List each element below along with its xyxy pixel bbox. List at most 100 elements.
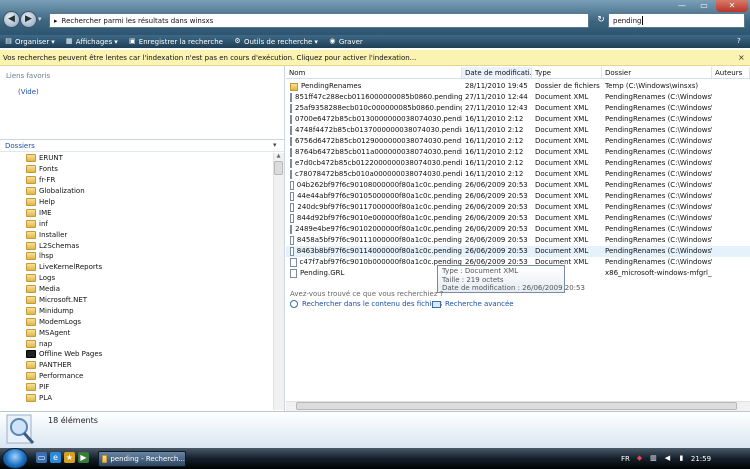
folder-tree-item[interactable]: L2Schemas: [26, 240, 272, 251]
folder-tree-item[interactable]: PLA: [26, 393, 272, 404]
cell-date: 26/06/2009 20:53: [465, 225, 528, 233]
table-row[interactable]: 6756d6472b85cb0129000000038074030.pendin…: [286, 136, 750, 147]
folder-tree-item[interactable]: LiveKernelReports: [26, 262, 272, 273]
table-row[interactable]: PendingRenames 28/11/2010 19:45 Dossier de…: [286, 81, 750, 92]
search-input[interactable]: pending: [608, 13, 745, 28]
column-header-authors[interactable]: Auteurs: [712, 67, 750, 78]
internet-explorer-icon[interactable]: e: [50, 452, 61, 463]
infobar-close-icon[interactable]: ×: [738, 50, 745, 66]
chevron-down-icon[interactable]: ▾: [273, 141, 277, 149]
folder-tree: ERUNT Fonts fr-FR Globalization Help IME inf In…: [26, 153, 272, 410]
table-row[interactable]: 8764b6472b85cb011a000000038074030.pendin…: [286, 147, 750, 158]
folder-icon: [26, 198, 36, 206]
folder-tree-item[interactable]: Help: [26, 197, 272, 208]
table-row[interactable]: 8458a5bf97f6c90111000000f80a1c0c.pending…: [286, 235, 750, 246]
folder-tree-item[interactable]: IME: [26, 207, 272, 218]
cell-name: 04b262bf97f6c90108000000f80a1c0c.pending: [286, 180, 462, 191]
volume-icon[interactable]: ◀: [663, 454, 672, 463]
power-icon[interactable]: ▮: [677, 454, 686, 463]
folder-tree-item[interactable]: Fonts: [26, 164, 272, 175]
folder-tree-item[interactable]: Performance: [26, 371, 272, 382]
search-tools-button[interactable]: ⚙ Outils de recherche ▾: [233, 35, 318, 48]
table-row[interactable]: 8463b8bf97f6c90114000000f80a1c0c.pending…: [286, 246, 750, 257]
folder-tree-item[interactable]: Media: [26, 284, 272, 295]
folder-tree-item[interactable]: lhsp: [26, 251, 272, 262]
folder-label: Microsoft.NET: [39, 296, 88, 305]
folder-scroll-thumb[interactable]: [274, 161, 283, 175]
network-icon[interactable]: ▥: [649, 454, 658, 463]
folder-tree-item[interactable]: Microsoft.NET: [26, 295, 272, 306]
folder-tree-item[interactable]: Minidump: [26, 305, 272, 316]
cell-name: 4748f4472b85cb0137000000038074030.pendin…: [286, 125, 462, 136]
favorites-title: Liens favoris: [6, 72, 51, 80]
cell-folder: PendingRenames (C:\Windows\w...: [605, 181, 712, 189]
folder-tree-item[interactable]: Globalization: [26, 186, 272, 197]
folders-header[interactable]: Dossiers: [0, 139, 284, 152]
column-header-folder[interactable]: Dossier: [602, 67, 712, 78]
indexing-infobar[interactable]: Vos recherches peuvent être lentes car l…: [0, 50, 750, 66]
cell-date: 16/11/2010 2:12: [465, 170, 524, 178]
taskbar-window-button[interactable]: pending - Recherch...: [98, 451, 186, 467]
show-desktop-icon[interactable]: ▭: [36, 452, 47, 463]
clock[interactable]: 21:59: [691, 455, 711, 463]
language-indicator[interactable]: FR: [621, 455, 630, 463]
folder-label: lhsp: [39, 252, 54, 261]
folder-tree-item[interactable]: PIF: [26, 382, 272, 393]
cell-type: Document XML: [535, 225, 589, 233]
close-window-button[interactable]: ✕: [716, 0, 748, 12]
views-button[interactable]: ▦ Affichages ▾: [65, 35, 118, 48]
minimize-button[interactable]: —: [672, 0, 692, 12]
maximize-button[interactable]: ▭: [694, 0, 714, 12]
start-orb-icon[interactable]: [2, 448, 28, 469]
column-header-name[interactable]: Nom: [286, 67, 462, 78]
table-row[interactable]: 44e44abf97f6c90105000000f80a1c0c.pending…: [286, 191, 750, 202]
xml-file-icon: [290, 181, 294, 190]
shield-icon[interactable]: ◆: [635, 454, 644, 463]
media-player-icon[interactable]: ▶: [78, 452, 89, 463]
history-dropdown-icon[interactable]: ▾: [38, 15, 42, 23]
table-row[interactable]: 0700e6472b85cb0130000000038074030.pendin…: [286, 114, 750, 125]
horizontal-scroll-thumb[interactable]: [296, 402, 737, 410]
folder-tree-item[interactable]: PANTHER: [26, 360, 272, 371]
table-row[interactable]: e7d0cb472b85cb0122000000038074030.pendin…: [286, 158, 750, 169]
organize-button[interactable]: ▤ Organiser ▾: [4, 35, 55, 48]
cell-type: Document XML: [535, 203, 589, 211]
folder-tree-item[interactable]: Offline Web Pages: [26, 349, 272, 360]
folder-scrollbar[interactable]: ▲: [273, 153, 284, 410]
table-row[interactable]: 4748f4472b85cb0137000000038074030.pendin…: [286, 125, 750, 136]
forward-button[interactable]: ▶: [20, 11, 37, 28]
table-row[interactable]: 25af9358288ecb010c000000085b0860.pending…: [286, 103, 750, 114]
favorites-star-icon[interactable]: ★: [64, 452, 75, 463]
advanced-search-icon: [432, 300, 441, 308]
table-row[interactable]: c78078472b85cb010a000000038074030.pendin…: [286, 169, 750, 180]
save-icon: ▣: [128, 37, 136, 45]
table-row[interactable]: 240dc9bf97f6c90117000000f80a1c0c.pending…: [286, 202, 750, 213]
table-row[interactable]: 04b262bf97f6c90108000000f80a1c0c.pending…: [286, 180, 750, 191]
folder-label: L2Schemas: [39, 241, 80, 250]
folder-tree-item[interactable]: Logs: [26, 273, 272, 284]
save-search-button[interactable]: ▣ Enregistrer la recherche: [128, 35, 223, 48]
table-row[interactable]: 844d92bf97f6c9010e000000f80a1c0c.pending…: [286, 213, 750, 224]
refresh-icon[interactable]: ↻: [595, 13, 607, 28]
column-header-date[interactable]: Date de modificati...: [462, 67, 532, 78]
folder-tree-item[interactable]: inf: [26, 218, 272, 229]
folder-tree-item[interactable]: MSAgent: [26, 327, 272, 338]
advanced-search-link[interactable]: Recherche avancée: [432, 300, 514, 308]
back-button[interactable]: ◀: [3, 11, 20, 28]
table-row[interactable]: 2489e4be97f6c90102000000f80a1c0c.pending…: [286, 224, 750, 235]
folder-tree-item[interactable]: Installer: [26, 229, 272, 240]
address-field[interactable]: ▸ Rechercher parmi les résultats dans wi…: [49, 13, 589, 28]
search-file-contents-link[interactable]: Rechercher dans le contenu des fichiers: [290, 300, 442, 308]
column-header-type[interactable]: Type: [532, 67, 602, 78]
folder-tree-item[interactable]: ERUNT: [26, 153, 272, 164]
folder-tree-item[interactable]: fr-FR: [26, 175, 272, 186]
folder-tree-item[interactable]: nap: [26, 338, 272, 349]
folder-tree-item[interactable]: ModemLogs: [26, 316, 272, 327]
cell-type: Document XML: [535, 170, 589, 178]
scroll-up-icon[interactable]: ▲: [274, 153, 283, 159]
folder-label: Minidump: [39, 306, 74, 315]
table-row[interactable]: 851ff47c288ecb0116000000085b0860.pending…: [286, 92, 750, 103]
burn-button[interactable]: ◉ Graver: [328, 35, 362, 48]
cell-name: 8764b6472b85cb011a000000038074030.pendin…: [286, 147, 462, 158]
help-icon[interactable]: ?: [737, 37, 741, 45]
